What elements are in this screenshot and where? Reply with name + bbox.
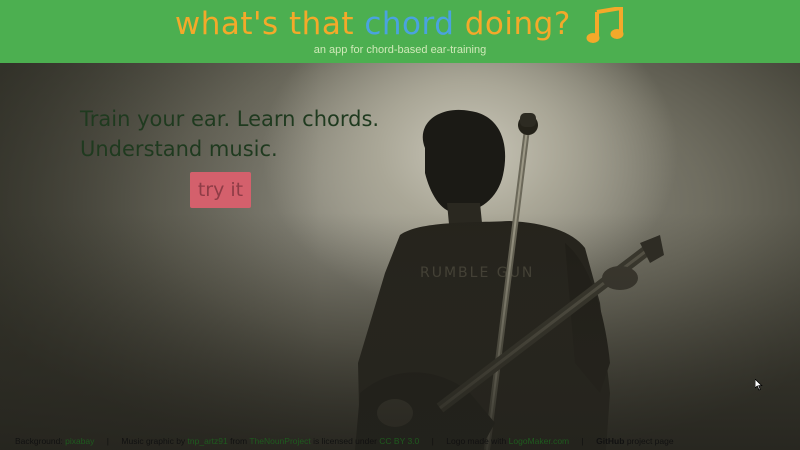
header-bar: what's that chord doing? an app for chor…: [0, 0, 800, 63]
license-link[interactable]: CC BY 3.0: [379, 436, 419, 446]
footer-music-prefix: Music graphic by: [121, 436, 186, 446]
footer-from: from: [230, 436, 248, 446]
footer-separator: |: [581, 436, 584, 446]
mouse-cursor-icon: [755, 379, 763, 391]
github-label: GitHub: [596, 436, 625, 446]
logomaker-link[interactable]: LogoMaker.com: [509, 436, 569, 446]
footer-license-prefix: is licensed under: [313, 436, 377, 446]
footer-logo-prefix: Logo made with: [446, 436, 507, 446]
try-it-button[interactable]: try it: [190, 172, 251, 208]
tagline: Train your ear. Learn chords. Understand…: [80, 104, 410, 164]
app-title: what's that chord doing?: [0, 2, 800, 46]
pixabay-link[interactable]: pixabay: [65, 436, 94, 446]
footer-separator: |: [431, 436, 434, 446]
music-note-icon: [586, 7, 624, 43]
hero-section: RUMBLE GUN Train your ear. Learn chords.…: [0, 63, 800, 450]
music-author-link[interactable]: tnp_artz91: [188, 436, 228, 446]
nounproject-link[interactable]: TheNounProject: [249, 436, 310, 446]
footer-credits: Background: pixabay | Music graphic by t…: [15, 436, 674, 448]
footer-separator: |: [106, 436, 110, 446]
app-subtitle: an app for chord-based ear-training: [313, 44, 487, 56]
footer-bg-prefix: Background:: [15, 436, 63, 446]
project-page-label: project page: [626, 436, 674, 446]
title-part-2: doing?: [454, 6, 571, 42]
tagline-line-1: Train your ear. Learn chords.: [80, 107, 380, 131]
title-part-1: what's that: [174, 6, 365, 42]
github-project-link[interactable]: GitHub project page: [596, 436, 674, 446]
title-chord-word: chord: [364, 6, 455, 42]
tagline-line-2: Understand music.: [80, 137, 278, 161]
